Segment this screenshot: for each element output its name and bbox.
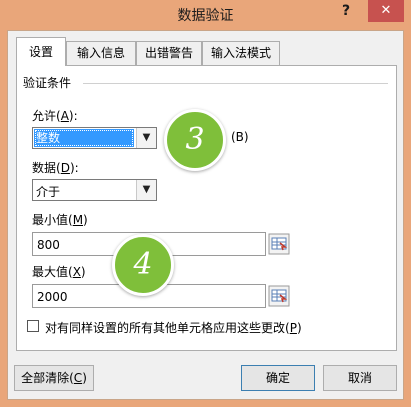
tab-input-message[interactable]: 输入信息 (66, 41, 136, 65)
data-validation-dialog: 数据验证 ? ✕ 设置 输入信息 出错警告 输入法模式 验证条件 允许(A): … (0, 0, 411, 407)
tab-error-alert[interactable]: 出错警告 (136, 41, 202, 65)
clear-all-button[interactable]: 全部清除(C) (14, 365, 94, 391)
min-value: 800 (37, 238, 60, 252)
apply-all-label[interactable]: 对有同样设置的所有其他单元格应用这些更改(P) (45, 319, 302, 336)
allow-select[interactable]: 整数 ▼ (32, 127, 157, 149)
settings-panel: 验证条件 允许(A): 整数 ▼ (B) 数据(D): 介于 ▼ 最小值(M) … (16, 65, 397, 351)
data-label: 数据(D): (32, 161, 79, 175)
tab-ime-mode[interactable]: 输入法模式 (202, 41, 280, 65)
tab-settings[interactable]: 设置 (16, 37, 66, 66)
chevron-down-icon[interactable]: ▼ (136, 128, 156, 148)
data-select[interactable]: 介于 ▼ (32, 179, 157, 201)
section-divider (83, 83, 388, 84)
chevron-down-icon[interactable]: ▼ (136, 180, 156, 200)
max-value: 2000 (37, 290, 68, 304)
min-range-picker-icon[interactable] (268, 233, 290, 255)
apply-all-checkbox[interactable] (27, 320, 39, 332)
allow-value: 整数 (34, 129, 134, 147)
step-3-annotation: 3 (164, 109, 226, 171)
ok-button[interactable]: 确定 (241, 365, 315, 391)
dialog-client-area: 设置 输入信息 出错警告 输入法模式 验证条件 允许(A): 整数 ▼ (B) … (7, 30, 404, 400)
cancel-button[interactable]: 取消 (323, 365, 397, 391)
help-button[interactable]: ? (336, 0, 356, 22)
max-label: 最大值(X) (32, 265, 86, 279)
section-title: 验证条件 (23, 76, 72, 90)
allow-label: 允许(A): (32, 109, 78, 123)
ignore-blank-hint: (B) (231, 130, 249, 144)
step-4-annotation: 4 (112, 234, 174, 296)
close-button[interactable]: ✕ (368, 0, 404, 22)
max-range-picker-icon[interactable] (268, 285, 290, 307)
data-value: 介于 (36, 185, 61, 199)
title-bar: 数据验证 ? ✕ (0, 0, 411, 28)
min-label: 最小值(M) (32, 213, 88, 227)
